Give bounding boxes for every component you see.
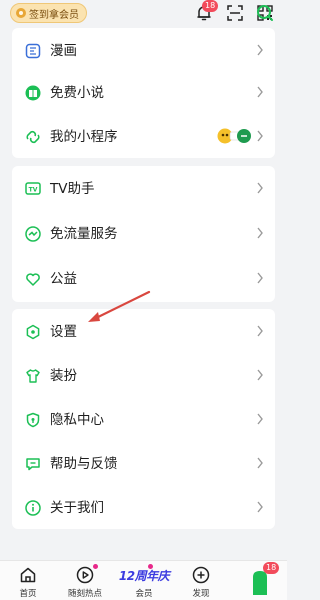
- vip-red-dot: [148, 564, 153, 569]
- scan-icon: [227, 5, 243, 21]
- notification-badge: 18: [202, 0, 219, 12]
- menu-item-data-free-service[interactable]: 免流量服务: [12, 211, 275, 257]
- chevron-right-icon: [257, 182, 263, 194]
- menu-item-label: 我的小程序: [50, 129, 118, 145]
- bottom-navigation: 首页 随刻热点 12周年庆 会员 发现 18: [0, 560, 287, 600]
- sign-in-member-button[interactable]: 签到拿会员: [10, 3, 87, 23]
- chevron-right-icon: [257, 413, 263, 425]
- chevron-right-icon: [257, 44, 263, 56]
- tab-label: 随刻热点: [67, 589, 102, 599]
- menu-group-services: TV TV助手 免流量服务 公益: [12, 166, 275, 302]
- menu-item-label: 漫画: [50, 43, 77, 59]
- tab-home[interactable]: 首页: [0, 565, 56, 599]
- info-icon: [24, 499, 42, 517]
- chevron-right-icon: [257, 130, 263, 142]
- tab-label: 发现: [192, 589, 210, 599]
- help-chat-icon: [24, 455, 42, 473]
- tab-label: 首页: [19, 589, 37, 599]
- menu-item-label: TV助手: [50, 181, 95, 197]
- top-bar: 签到拿会员 18: [0, 0, 287, 28]
- chevron-right-icon: [257, 227, 263, 239]
- menu-item-label: 免费小说: [50, 85, 104, 101]
- menu-item-label: 装扮: [50, 368, 77, 384]
- menu-item-about-us[interactable]: 关于我们: [12, 485, 275, 531]
- menu-item-label: 免流量服务: [50, 226, 118, 242]
- mini-program-icon: [24, 128, 42, 146]
- chevron-right-icon: [257, 369, 263, 381]
- tab-discover[interactable]: 发现: [173, 565, 229, 599]
- trending-red-dot: [93, 564, 98, 569]
- heart-icon: [24, 270, 42, 288]
- menu-item-label: 设置: [50, 324, 77, 340]
- tv-icon: TV: [24, 180, 42, 198]
- mini-program-thumbnails: [217, 127, 251, 145]
- me-badge: 18: [263, 562, 280, 574]
- settings-icon: [24, 323, 42, 341]
- plus-circle-icon: [191, 565, 211, 585]
- menu-group-content: 漫画 免费小说 我的小程序: [12, 28, 275, 158]
- anniversary-text: 12周年庆: [118, 568, 170, 583]
- coin-icon: [16, 8, 26, 18]
- shirt-icon: [24, 367, 42, 385]
- data-flow-icon: [24, 225, 42, 243]
- tab-trending[interactable]: 随刻热点: [57, 565, 113, 599]
- mini-program-app-icons: [217, 128, 251, 144]
- home-icon: [18, 565, 38, 585]
- menu-item-comic[interactable]: 漫画: [12, 28, 275, 74]
- book-icon: [24, 84, 42, 102]
- play-circle-icon: [75, 565, 95, 585]
- privacy-shield-icon: [24, 411, 42, 429]
- menu-group-settings: 设置 装扮 隐私中心 帮助与反馈 关于我们: [12, 309, 275, 529]
- menu-item-charity[interactable]: 公益: [12, 256, 275, 302]
- vip-anniversary-icon: 12周年庆: [116, 565, 172, 585]
- scan-button[interactable]: [224, 2, 246, 24]
- menu-item-mini-programs[interactable]: 我的小程序: [12, 114, 275, 160]
- comic-icon: [24, 42, 42, 60]
- menu-item-label: 公益: [50, 271, 77, 287]
- search-icon: [257, 5, 273, 21]
- menu-item-label: 关于我们: [50, 500, 104, 516]
- menu-item-privacy-center[interactable]: 隐私中心: [12, 397, 275, 443]
- menu-item-help-feedback[interactable]: 帮助与反馈: [12, 441, 275, 487]
- menu-item-tv-assistant[interactable]: TV TV助手: [12, 166, 275, 212]
- chevron-right-icon: [257, 86, 263, 98]
- menu-item-label: 隐私中心: [50, 412, 104, 428]
- chevron-right-icon: [257, 272, 263, 284]
- svg-text:TV: TV: [29, 187, 38, 194]
- menu-item-dress-up[interactable]: 装扮: [12, 353, 275, 399]
- chevron-right-icon: [257, 501, 263, 513]
- chevron-right-icon: [257, 325, 263, 337]
- tab-vip[interactable]: 12周年庆 会员: [114, 565, 174, 600]
- menu-item-settings[interactable]: 设置: [12, 309, 275, 355]
- menu-item-free-novel[interactable]: 免费小说: [12, 70, 275, 116]
- search-button[interactable]: [254, 2, 276, 24]
- tab-label: 会员: [135, 589, 153, 599]
- sign-in-label: 签到拿会员: [29, 9, 79, 21]
- menu-item-label: 帮助与反馈: [50, 456, 118, 472]
- chevron-right-icon: [257, 457, 263, 469]
